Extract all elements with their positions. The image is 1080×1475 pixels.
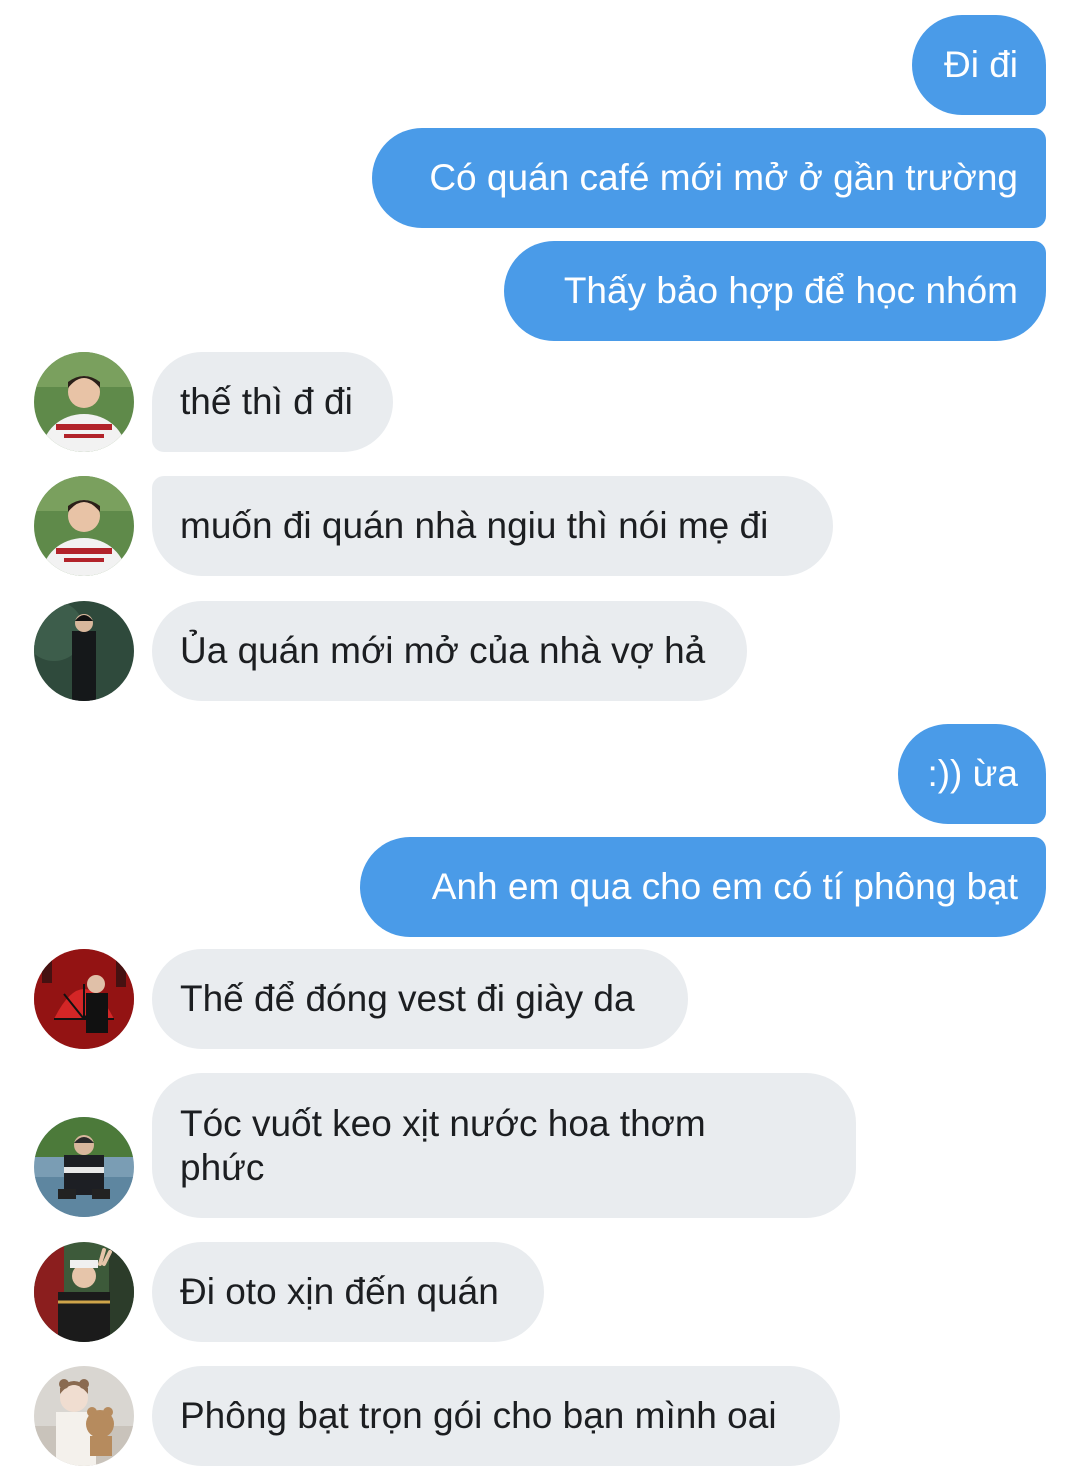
outgoing-message[interactable]: :)) ừa [898,724,1046,824]
chat-thread[interactable]: Đi đi Có quán café mới mở ở gần trường T… [0,0,1080,1475]
incoming-message[interactable]: muốn đi quán nhà ngiu thì nói mẹ đi [152,476,833,576]
avatar-black-suit[interactable] [34,601,134,701]
outgoing-message[interactable]: Đi đi [912,15,1046,115]
incoming-message[interactable]: Tóc vuốt keo xịt nước hoa thơm phức [152,1073,856,1218]
outgoing-message[interactable]: Thấy bảo hợp để học nhóm [504,241,1046,341]
avatar-red-fan[interactable] [34,949,134,1049]
outgoing-message[interactable]: Anh em qua cho em có tí phông bạt [360,837,1046,937]
avatar-field-sitting[interactable] [34,1117,134,1217]
avatar-peace-sign[interactable] [34,1242,134,1342]
incoming-message[interactable]: Thế để đóng vest đi giày da [152,949,688,1049]
incoming-message[interactable]: Đi oto xịn đến quán [152,1242,544,1342]
avatar-baseball-jersey[interactable] [34,352,134,452]
avatar-baseball-jersey[interactable] [34,476,134,576]
incoming-message[interactable]: Ủa quán mới mở của nhà vợ hả [152,601,747,701]
avatar-teddy-bear[interactable] [34,1366,134,1466]
incoming-message[interactable]: thế thì đ đi [152,352,393,452]
outgoing-message[interactable]: Có quán café mới mở ở gần trường [372,128,1046,228]
incoming-message[interactable]: Phông bạt trọn gói cho bạn mình oai [152,1366,840,1466]
